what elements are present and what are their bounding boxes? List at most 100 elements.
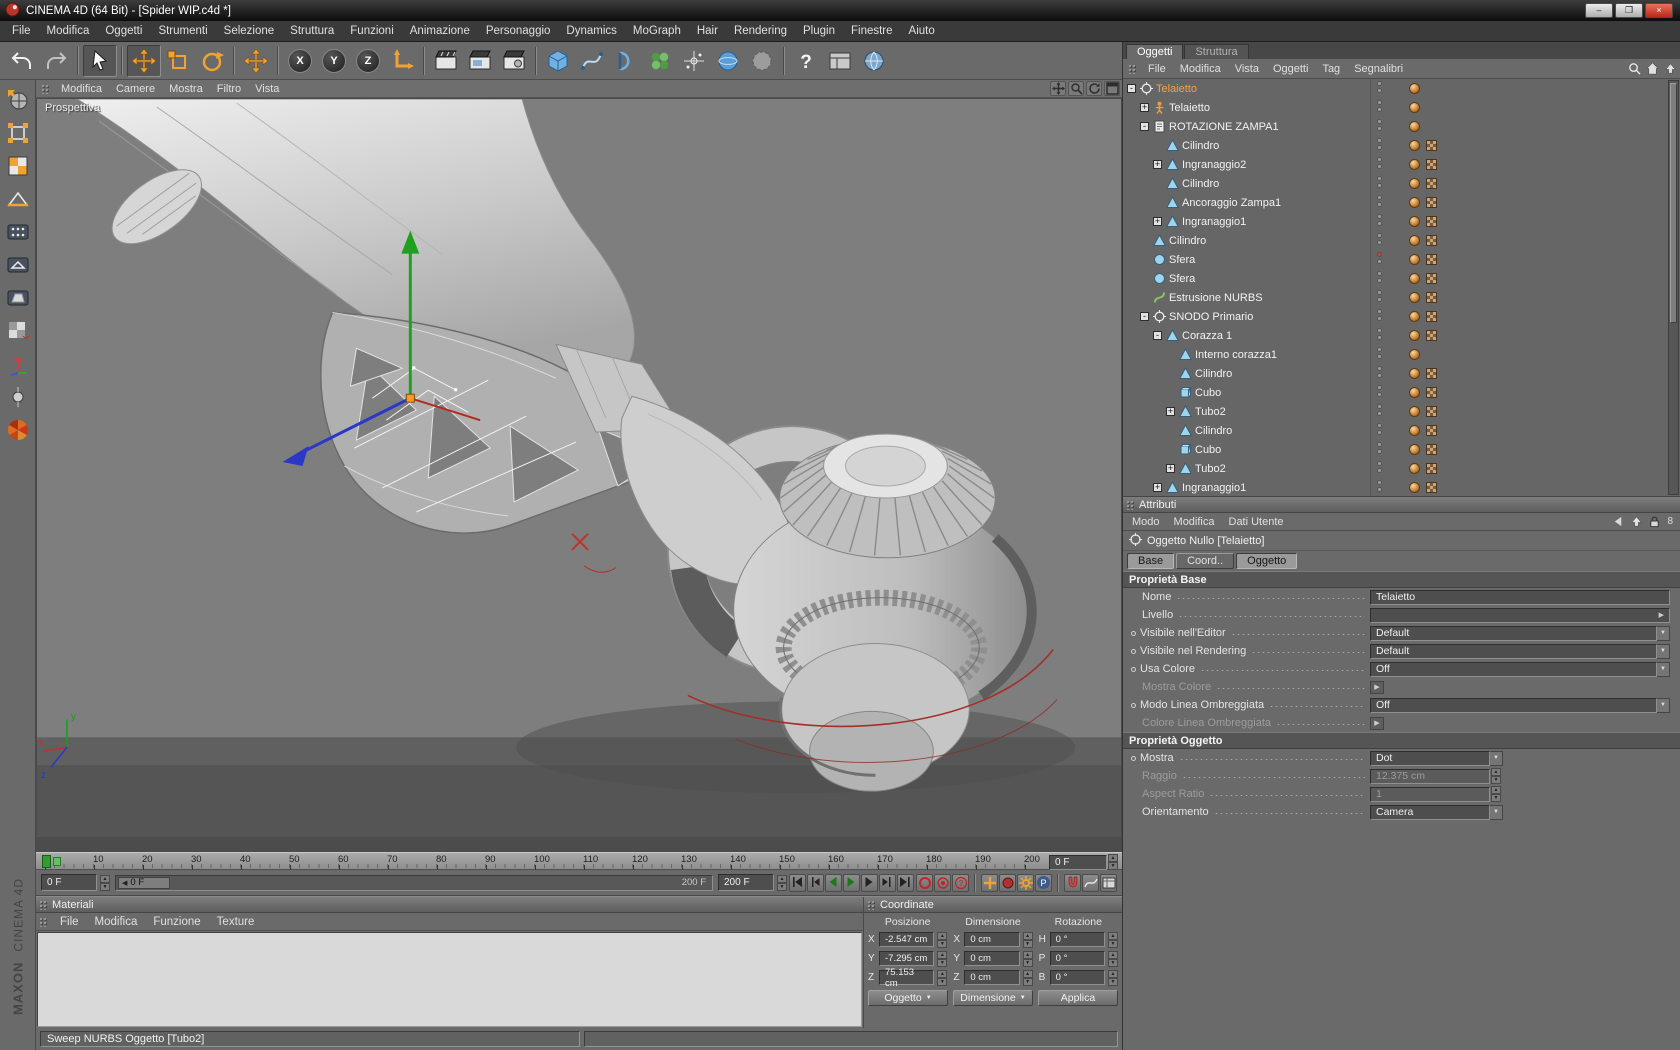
uvw-tag-icon[interactable]: [1426, 425, 1437, 436]
render-picture-viewer-button[interactable]: [463, 45, 497, 77]
visibility-dots[interactable]: [1377, 271, 1382, 283]
visibility-dots[interactable]: [1377, 480, 1382, 492]
lock-x-button[interactable]: X: [283, 45, 317, 77]
uvw-tag-icon[interactable]: [1426, 311, 1437, 322]
visibility-dots[interactable]: [1377, 176, 1382, 188]
uvw-tag-icon[interactable]: [1426, 235, 1437, 246]
current-frame-input[interactable]: 0 F: [41, 874, 97, 891]
fcurve-button[interactable]: [1082, 873, 1099, 892]
render-view-button[interactable]: [429, 45, 463, 77]
workplane-mode-button[interactable]: [3, 184, 33, 214]
texture-axis-mode-button[interactable]: [3, 316, 33, 346]
chevron-down-icon[interactable]: ▼: [1490, 804, 1503, 820]
up-icon[interactable]: [1628, 514, 1644, 529]
visibility-dots[interactable]: [1377, 157, 1382, 169]
anim-bullet-icon[interactable]: [1131, 666, 1136, 672]
attr-tab-base[interactable]: Base: [1127, 553, 1175, 569]
aspect-ratio-input[interactable]: 1: [1370, 786, 1490, 802]
coordinate-posizione-z-input[interactable]: 75.153 cm: [879, 967, 935, 989]
uvw-tag-icon[interactable]: [1426, 178, 1437, 189]
uvw-tag-icon[interactable]: [1426, 159, 1437, 170]
coordinate-dimensione-z-input[interactable]: 0 cm: [964, 970, 1020, 985]
expand-icon[interactable]: +: [1166, 407, 1175, 416]
menu-animazione[interactable]: Animazione: [402, 23, 478, 39]
tree-item-interno-corazza1[interactable]: Interno corazza1: [1123, 345, 1680, 364]
titlebar[interactable]: CINEMA 4D (64 Bit) - [Spider WIP.c4d *] …: [0, 0, 1680, 21]
attr-tab-coord[interactable]: Coord..: [1176, 553, 1235, 569]
coordinate-posizione-y-input[interactable]: -7.295 cm: [879, 951, 935, 966]
close-button[interactable]: ×: [1645, 3, 1673, 18]
model-mode-button[interactable]: [3, 118, 33, 148]
uvw-tag-icon[interactable]: [1426, 406, 1437, 417]
menu-oggetti[interactable]: Oggetti: [97, 23, 150, 39]
range-start-marker[interactable]: [42, 855, 51, 868]
material-tag-icon[interactable]: [1409, 235, 1420, 246]
add-nurbs-button[interactable]: [609, 45, 643, 77]
tree-item-ingranaggio2[interactable]: + Ingranaggio2: [1123, 155, 1680, 174]
attributes-panel-titlebar[interactable]: Attributi: [1123, 497, 1680, 513]
visibility-dots[interactable]: [1377, 195, 1382, 207]
uvw-tag-icon[interactable]: [1426, 292, 1437, 303]
viewport[interactable]: y x z Prospettiva: [36, 98, 1122, 852]
tab-struttura[interactable]: Struttura: [1184, 44, 1249, 59]
materials-menu-modifica[interactable]: Modifica: [87, 914, 146, 930]
oggetto-button[interactable]: Oggetto ▼: [868, 990, 948, 1006]
lock-z-button[interactable]: Z: [351, 45, 385, 77]
help-button[interactable]: ?: [789, 45, 823, 77]
panel-grip-icon[interactable]: [867, 899, 876, 910]
lock-y-button[interactable]: Y: [317, 45, 351, 77]
next-frame-button[interactable]: [861, 873, 878, 892]
add-deformer-button[interactable]: [745, 45, 779, 77]
material-tag-icon[interactable]: [1409, 482, 1420, 493]
collapse-icon[interactable]: -: [1140, 122, 1149, 131]
redo-button[interactable]: [39, 45, 73, 77]
object-manager-menu-file[interactable]: File: [1141, 62, 1173, 76]
current-frame-marker[interactable]: [53, 857, 61, 866]
material-tag-icon[interactable]: [1409, 140, 1420, 151]
material-tag-icon[interactable]: [1409, 273, 1420, 284]
coordinate-stepper[interactable]: ▲ ▼: [1022, 969, 1033, 986]
attributes-menu-dati-utente[interactable]: Dati Utente: [1222, 515, 1291, 529]
edges-mode-button[interactable]: [3, 250, 33, 280]
material-tag-icon[interactable]: [1409, 349, 1420, 360]
uvw-tag-icon[interactable]: [1426, 330, 1437, 341]
polygons-mode-button[interactable]: [3, 283, 33, 313]
visibility-dots[interactable]: [1377, 385, 1382, 397]
viewport-3d-scene[interactable]: y x z: [37, 99, 1121, 851]
anim-bullet-icon[interactable]: [1131, 648, 1136, 654]
visibility-dots[interactable]: [1377, 347, 1382, 359]
record-position-button[interactable]: [916, 873, 933, 892]
current-frame-stepper[interactable]: ▲ ▼: [100, 874, 110, 891]
mostra-dropdown[interactable]: Dot: [1370, 750, 1490, 766]
tree-item-sfera[interactable]: Sfera: [1123, 269, 1680, 288]
object-tree[interactable]: - Telaietto + Telaietto - ROTAZIONE ZAMPA1 Cil…: [1123, 79, 1680, 497]
tree-item-ingranaggio1[interactable]: + Ingranaggio1: [1123, 478, 1680, 496]
visibility-dots[interactable]: [1377, 404, 1382, 416]
menu-file[interactable]: File: [4, 23, 39, 39]
section-header-propriet-base[interactable]: Proprietà Base: [1123, 571, 1680, 588]
menu-modifica[interactable]: Modifica: [39, 23, 98, 39]
material-tag-icon[interactable]: [1409, 121, 1420, 132]
keyframe-mode-button[interactable]: [3, 382, 33, 412]
visibility-dots[interactable]: [1377, 138, 1382, 150]
texture-mode-button[interactable]: [3, 151, 33, 181]
dimensione-button[interactable]: Dimensione ▼: [953, 990, 1033, 1006]
anim-bullet-icon[interactable]: [1131, 702, 1136, 708]
applica-button[interactable]: Applica: [1038, 990, 1118, 1006]
visibility-dots[interactable]: [1377, 423, 1382, 435]
uvw-tag-icon[interactable]: [1426, 273, 1437, 284]
attr-tab-oggetto[interactable]: Oggetto: [1236, 553, 1298, 569]
tree-item-telaietto[interactable]: - Telaietto: [1123, 79, 1680, 98]
visibility-dots[interactable]: [1377, 442, 1382, 454]
visibile-nel-rendering-dropdown[interactable]: Default: [1370, 643, 1657, 659]
tree-item-cilindro[interactable]: Cilindro: [1123, 231, 1680, 250]
visibility-dots[interactable]: [1377, 214, 1382, 226]
collapse-icon[interactable]: -: [1127, 84, 1136, 93]
visibility-dots[interactable]: [1377, 252, 1382, 264]
content-browser-button[interactable]: [857, 45, 891, 77]
viewport-camera-label[interactable]: Prospettiva: [45, 102, 100, 114]
scrollbar[interactable]: [1668, 80, 1679, 495]
usa-colore-dropdown[interactable]: Off: [1370, 661, 1657, 677]
menu-funzioni[interactable]: Funzioni: [342, 23, 401, 39]
uvw-tag-icon[interactable]: [1426, 368, 1437, 379]
